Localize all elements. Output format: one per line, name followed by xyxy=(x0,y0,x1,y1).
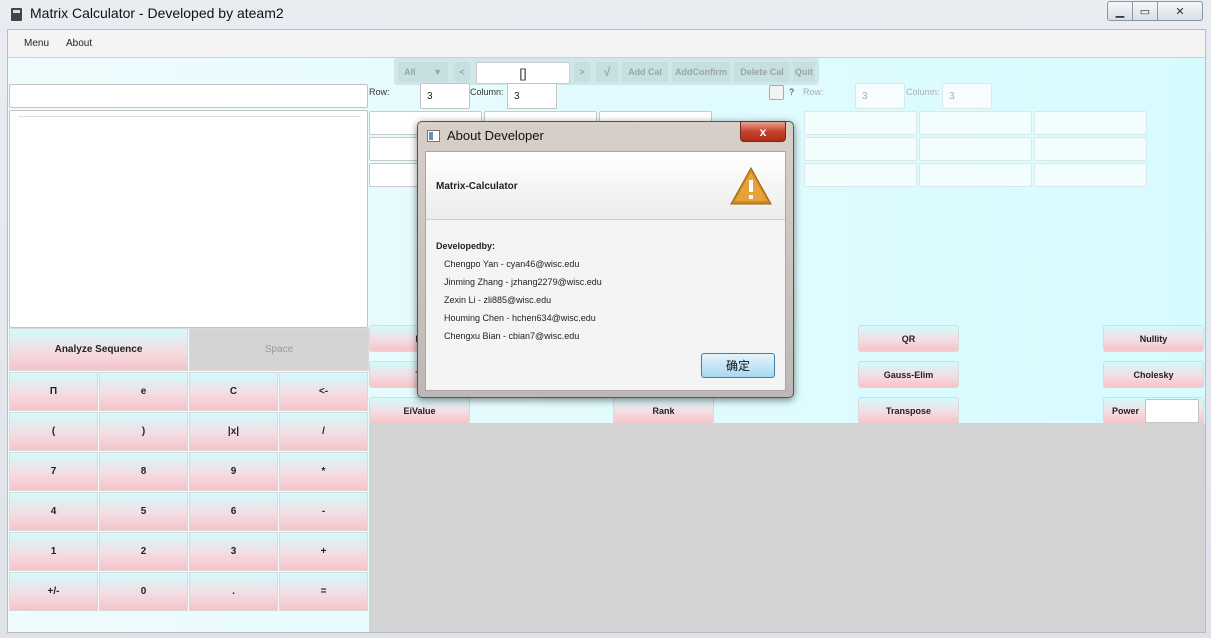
column-label-2: Column: xyxy=(906,87,940,97)
key-digit-4-button[interactable]: 4 xyxy=(9,492,98,531)
column-input[interactable]: 3 xyxy=(507,83,557,109)
history-divider xyxy=(18,116,360,117)
column-input-2[interactable]: 3 xyxy=(942,83,992,109)
analyze-sequence-button[interactable]: Analyze Sequence xyxy=(9,328,188,371)
history-area[interactable] xyxy=(9,110,368,328)
matrix2-cell[interactable] xyxy=(1034,137,1147,161)
rank-button[interactable]: Rank xyxy=(613,397,714,424)
dialog-title: About Developer xyxy=(447,128,544,143)
dialog-body: Matrix-Calculator Developedby: Chengpo Y… xyxy=(425,151,786,391)
key-backspace-button[interactable]: <- xyxy=(279,372,368,411)
key-digit-3-button[interactable]: 3 xyxy=(189,532,278,571)
title-bar: Matrix Calculator - Developed by ateam2 … xyxy=(0,0,1211,28)
row-label: Row: xyxy=(369,87,390,97)
column-value: 3 xyxy=(514,91,520,102)
quit-button[interactable]: Quit xyxy=(793,62,815,82)
row-value: 3 xyxy=(427,91,433,102)
checkbox-label: ? xyxy=(789,87,795,97)
power-input[interactable] xyxy=(1145,399,1199,423)
key-clear-button[interactable]: C xyxy=(189,372,278,411)
menu-item-about[interactable]: About xyxy=(66,38,92,49)
toolbar: All ▼ < [] > √ Add Cal AddConfirm Delete… xyxy=(394,58,819,85)
key-digit-5-button[interactable]: 5 xyxy=(99,492,188,531)
ok-button[interactable]: 确定 xyxy=(701,353,775,378)
matrix2-cell[interactable] xyxy=(804,111,917,135)
key-digit-0-button[interactable]: 0 xyxy=(99,572,188,611)
key-negate-button[interactable]: +/- xyxy=(9,572,98,611)
dialog-heading: Matrix-Calculator xyxy=(436,181,518,192)
developer-line: Chengpo Yan - cyan46@wisc.edu xyxy=(444,259,580,269)
add-confirm-button[interactable]: AddConfirm xyxy=(672,62,730,82)
next-button[interactable]: > xyxy=(574,62,590,82)
matrix2-cell[interactable] xyxy=(804,137,917,161)
column-value-2: 3 xyxy=(949,91,955,102)
calculator-icon xyxy=(11,8,22,21)
key-close-paren-button[interactable]: ) xyxy=(99,412,188,451)
qr-button[interactable]: QR xyxy=(858,325,959,352)
key-e-button[interactable]: e xyxy=(99,372,188,411)
maximize-button[interactable]: ▭ xyxy=(1133,1,1158,21)
menu-item-menu[interactable]: Menu xyxy=(24,38,49,49)
key-equals-button[interactable]: = xyxy=(279,572,368,611)
developer-line: Jinming Zhang - jzhang2279@wisc.edu xyxy=(444,277,602,287)
column-label: Column: xyxy=(470,87,504,97)
chevron-down-icon: ▼ xyxy=(433,67,442,77)
matrix2-cell[interactable] xyxy=(919,163,1032,187)
window-icon xyxy=(427,130,440,142)
key-digit-7-button[interactable]: 7 xyxy=(9,452,98,491)
nullity-button[interactable]: Nullity xyxy=(1103,325,1204,352)
key-minus-button[interactable]: - xyxy=(279,492,368,531)
key-plus-button[interactable]: + xyxy=(279,532,368,571)
key-digit-8-button[interactable]: 8 xyxy=(99,452,188,491)
window-title: Matrix Calculator - Developed by ateam2 xyxy=(30,5,284,21)
matrix-type-select[interactable]: All ▼ xyxy=(398,62,448,82)
second-matrix-checkbox[interactable] xyxy=(769,85,784,100)
developer-line: Houming Chen - hchen634@wisc.edu xyxy=(444,313,596,323)
gauss-elim-button[interactable]: Gauss-Elim xyxy=(858,361,959,388)
key-abs-button[interactable]: |x| xyxy=(189,412,278,451)
dialog-header: Matrix-Calculator xyxy=(426,152,785,220)
row-input[interactable]: 3 xyxy=(420,83,470,109)
key-open-paren-button[interactable]: ( xyxy=(9,412,98,451)
matrix2-cell[interactable] xyxy=(804,163,917,187)
menu-bar: Menu About xyxy=(8,30,1205,58)
row-input-2[interactable]: 3 xyxy=(855,83,905,109)
about-developer-dialog: About Developer x Matrix-Calculator Deve… xyxy=(417,121,794,398)
eivalue-button[interactable]: EiValue xyxy=(369,397,470,424)
cholesky-button[interactable]: Cholesky xyxy=(1103,361,1204,388)
add-cal-button[interactable]: Add Cal xyxy=(622,62,668,82)
row-label-2: Row: xyxy=(803,87,824,97)
key-digit-9-button[interactable]: 9 xyxy=(189,452,278,491)
row-value-2: 3 xyxy=(862,91,868,102)
key-digit-6-button[interactable]: 6 xyxy=(189,492,278,531)
transpose-button[interactable]: Transpose xyxy=(858,397,959,424)
space-button[interactable]: Space xyxy=(189,328,369,371)
matrix2-cell[interactable] xyxy=(919,137,1032,161)
matrix2-cell[interactable] xyxy=(1034,163,1147,187)
key-digit-1-button[interactable]: 1 xyxy=(9,532,98,571)
key-digit-2-button[interactable]: 2 xyxy=(99,532,188,571)
developer-line: Chengxu Bian - cbian7@wisc.edu xyxy=(444,331,580,341)
key-pi-button[interactable]: Π xyxy=(9,372,98,411)
result-area xyxy=(369,423,1205,632)
close-window-button[interactable]: ✕ xyxy=(1158,1,1203,21)
dialog-close-button[interactable]: x xyxy=(740,121,786,142)
matrix2-cell[interactable] xyxy=(1034,111,1147,135)
sequence-input[interactable] xyxy=(9,84,368,108)
key-decimal-button[interactable]: . xyxy=(189,572,278,611)
developed-by-label: Developedby: xyxy=(436,241,496,251)
warning-icon xyxy=(730,166,772,205)
matrix-display: [] xyxy=(476,62,570,84)
delete-cal-button[interactable]: Delete Cal xyxy=(734,62,790,82)
matrix2-cell[interactable] xyxy=(919,111,1032,135)
prev-button[interactable]: < xyxy=(454,62,470,82)
sqrt-button[interactable]: √ xyxy=(596,62,618,82)
developer-line: Zexin Li - zli885@wisc.edu xyxy=(444,295,552,305)
key-divide-button[interactable]: / xyxy=(279,412,368,451)
key-multiply-button[interactable]: * xyxy=(279,452,368,491)
minimize-button[interactable]: ▁ xyxy=(1107,1,1133,21)
type-select-value: All xyxy=(404,67,416,77)
